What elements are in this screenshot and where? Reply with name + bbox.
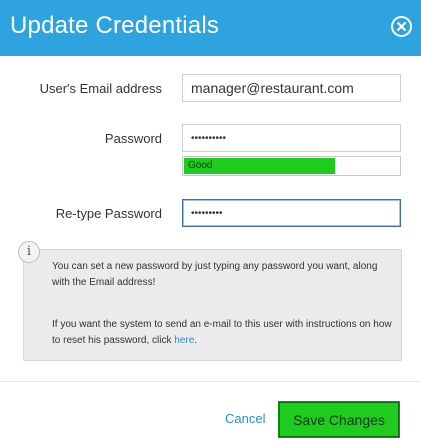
close-button[interactable] xyxy=(391,16,412,37)
password-strength-label: Good xyxy=(188,160,213,171)
info-box: You can set a new password by just typin… xyxy=(23,249,402,361)
password-strength-meter: Good xyxy=(182,156,401,176)
password-field[interactable] xyxy=(183,125,400,151)
info-paragraph-2-end: . xyxy=(194,335,198,346)
info-paragraph-1: You can set a new password by just typin… xyxy=(52,261,378,288)
email-field-wrapper xyxy=(182,74,401,102)
email-field[interactable] xyxy=(183,75,400,101)
cancel-button[interactable]: Cancel xyxy=(225,411,265,426)
password-field-wrapper xyxy=(182,124,401,152)
retype-password-field-wrapper xyxy=(182,199,401,227)
email-label: User's Email address xyxy=(39,81,162,96)
dialog-header: Update Credentials xyxy=(0,0,421,56)
info-paragraph-2: If you want the system to send an e-mail… xyxy=(52,317,397,349)
reset-email-link[interactable]: here xyxy=(174,335,194,346)
info-icon: i xyxy=(18,241,40,263)
footer-divider xyxy=(0,381,421,382)
retype-password-field[interactable] xyxy=(183,200,400,226)
info-paragraph-2-text: If you want the system to send an e-mail… xyxy=(52,319,392,346)
close-icon xyxy=(396,21,407,32)
password-label: Password xyxy=(104,131,162,146)
dialog-title: Update Credentials xyxy=(10,12,220,39)
save-changes-button[interactable]: Save Changes xyxy=(278,401,400,438)
retype-password-label: Re-type Password xyxy=(55,206,162,221)
